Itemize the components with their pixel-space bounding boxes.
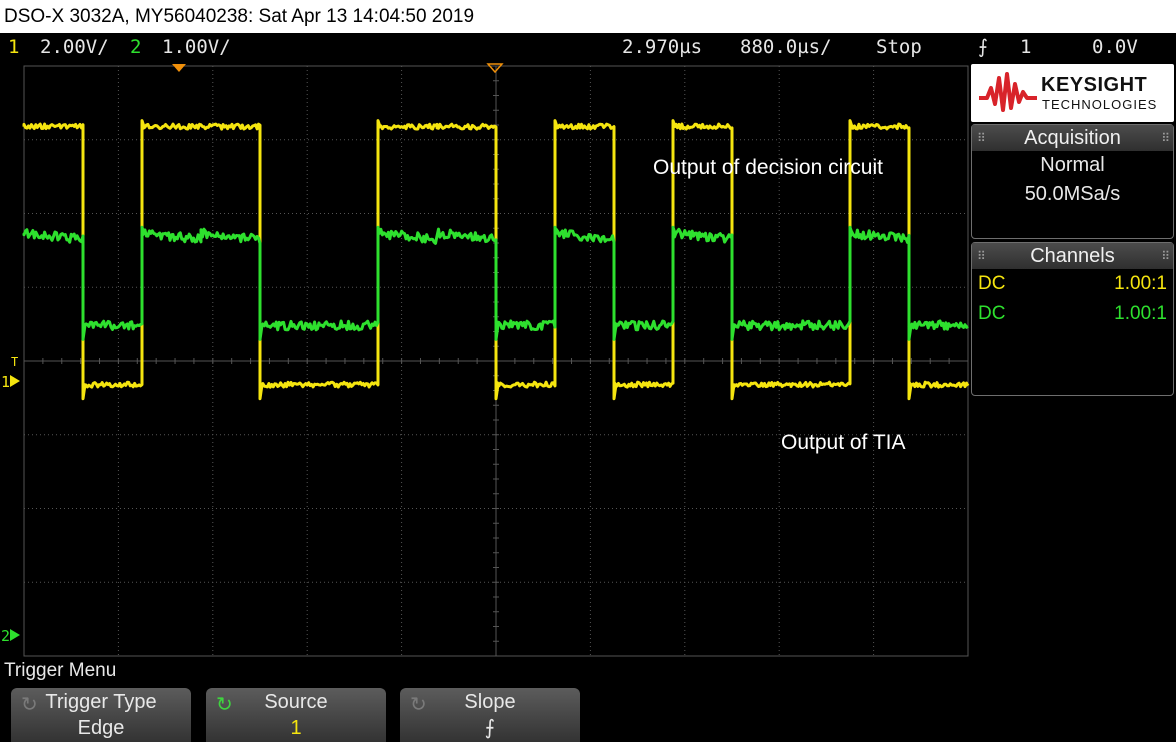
ch1-ground-marker[interactable]: 1	[1, 373, 10, 391]
softkey-source[interactable]: ↻ Source 1	[206, 688, 386, 742]
softkey-slope-value: ⨍	[400, 715, 580, 741]
trigger-slope-icon: ⨍	[978, 33, 988, 61]
ch2-coupling: DC	[978, 299, 1005, 329]
softkey-slope[interactable]: ↻ Slope ⨍	[400, 688, 580, 742]
softkey-trigger-type-label: Trigger Type	[11, 689, 191, 715]
ch2-waveform	[24, 227, 968, 339]
softkey-source-label: Source	[206, 689, 386, 715]
softkey-source-value: 1	[206, 715, 386, 741]
ch2-scale[interactable]: 1.00V/	[162, 33, 231, 61]
ch2-ground-marker[interactable]: 2	[1, 627, 10, 645]
waveform-display[interactable]: T 1 2 Output of decision circuit Output …	[0, 61, 970, 657]
acquisition-header: ⠿ Acquisition ⠿	[972, 125, 1173, 151]
ch1-number[interactable]: 1	[8, 33, 19, 61]
softkey-slope-label: Slope	[400, 689, 580, 715]
sample-rate: 50.0MSa/s	[972, 180, 1173, 209]
trigger-level[interactable]: 0.0V	[1092, 33, 1138, 61]
ch2-probe: 1.00:1	[1114, 299, 1167, 329]
ch1-coupling: DC	[978, 269, 1005, 299]
acquisition-heading: Acquisition	[1024, 127, 1121, 149]
softkey-trigger-type[interactable]: ↻ Trigger Type Edge	[11, 688, 191, 742]
grip-icon: ⠿	[1161, 125, 1168, 151]
run-state[interactable]: Stop	[876, 33, 922, 61]
channels-heading: Channels	[1030, 245, 1115, 267]
channel-row-2[interactable]: DC 1.00:1	[972, 299, 1173, 329]
softkey-trigger-type-value: Edge	[11, 715, 191, 741]
trigger-source[interactable]: 1	[1020, 33, 1031, 61]
time-reference-marker	[488, 64, 502, 72]
menu-title: Trigger Menu	[4, 659, 116, 683]
grip-icon: ⠿	[977, 243, 984, 269]
acquisition-panel[interactable]: ⠿ Acquisition ⠿ Normal 50.0MSa/s	[971, 124, 1174, 239]
grip-icon: ⠿	[977, 125, 984, 151]
ch1-scale[interactable]: 2.00V/	[40, 33, 109, 61]
keysight-wave-icon	[975, 64, 1041, 122]
window-title: DSO-X 3032A, MY56040238: Sat Apr 13 14:0…	[0, 0, 1176, 33]
status-bar: 1 2.00V/ 2 1.00V/ 2.970µs 880.0µs/ Stop …	[0, 33, 1176, 61]
brand-name: KEYSIGHT	[1041, 74, 1147, 97]
ch1-ground-arrow-icon	[10, 375, 20, 387]
side-panel: KEYSIGHT TECHNOLOGIES ⠿ Acquisition ⠿ No…	[971, 64, 1176, 396]
ch2-annotation: Output of TIA	[781, 431, 906, 455]
ch1-probe: 1.00:1	[1114, 269, 1167, 299]
ch2-number[interactable]: 2	[130, 33, 141, 61]
ch1-annotation: Output of decision circuit	[653, 156, 883, 180]
channels-panel[interactable]: ⠿ Channels ⠿ DC 1.00:1 DC 1.00:1	[971, 242, 1174, 396]
brand-subtitle: TECHNOLOGIES	[1042, 97, 1157, 112]
horizontal-delay[interactable]: 2.970µs	[622, 33, 702, 61]
trigger-level-marker: T	[11, 355, 18, 369]
timebase[interactable]: 880.0µs/	[740, 33, 832, 61]
channel-row-1[interactable]: DC 1.00:1	[972, 269, 1173, 299]
ch2-ground-arrow-icon	[10, 629, 20, 641]
acquisition-mode: Normal	[972, 151, 1173, 180]
channels-header: ⠿ Channels ⠿	[972, 243, 1173, 269]
grip-icon: ⠿	[1161, 243, 1168, 269]
trigger-position-marker	[172, 64, 186, 72]
keysight-logo: KEYSIGHT TECHNOLOGIES	[971, 64, 1174, 122]
